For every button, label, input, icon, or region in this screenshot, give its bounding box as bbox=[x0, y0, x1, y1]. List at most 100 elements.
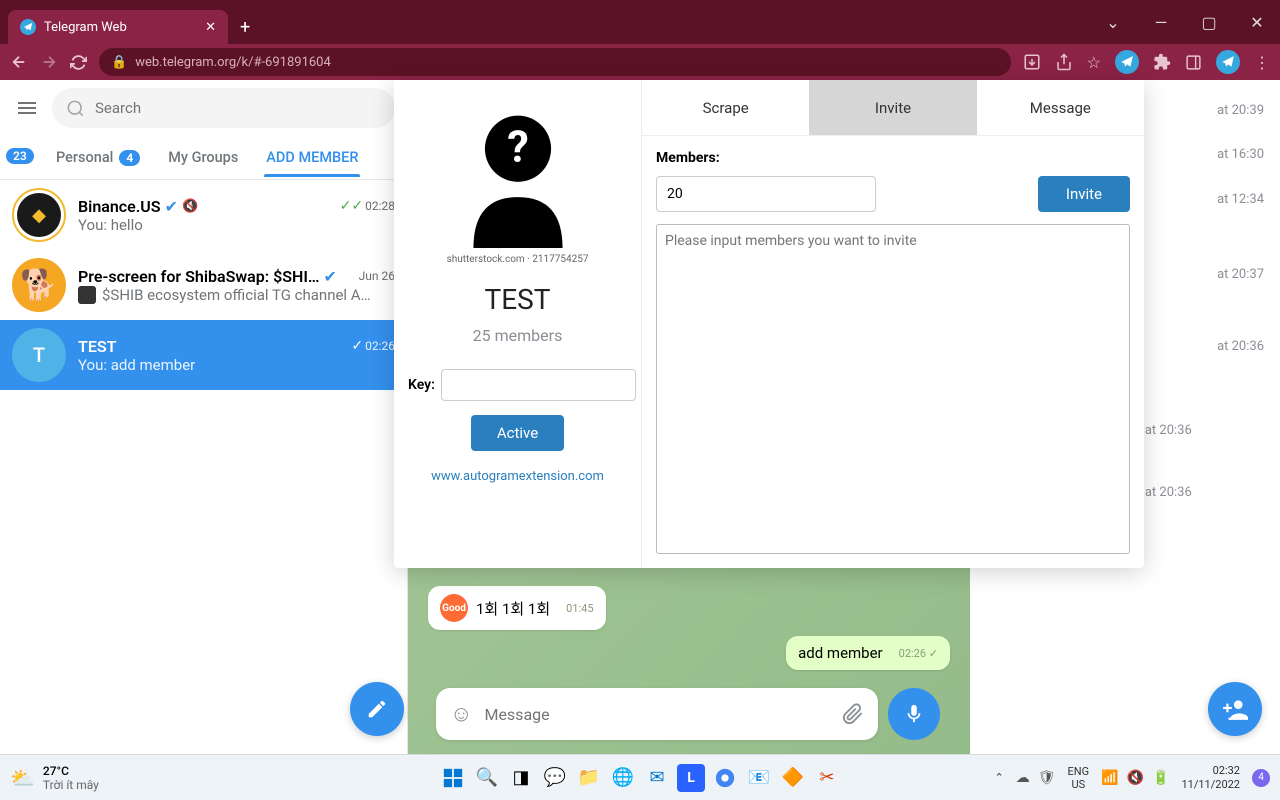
telegram-ext-icon[interactable] bbox=[1216, 50, 1240, 74]
notification-badge[interactable]: 4 bbox=[1252, 769, 1270, 787]
weather-widget[interactable]: ⛅ 27°C Trời ít mây bbox=[10, 764, 99, 792]
svg-text:?: ? bbox=[507, 121, 529, 172]
extensions-icon[interactable] bbox=[1153, 53, 1171, 71]
onedrive-icon[interactable]: ☁ bbox=[1016, 770, 1030, 786]
maximize-button[interactable]: ▢ bbox=[1186, 0, 1232, 44]
snip-icon[interactable]: ✂ bbox=[813, 764, 841, 792]
chat-item-shiba[interactable]: Pre-screen for ShibaSwap: $SHI… ✔ Jun 26… bbox=[0, 250, 407, 320]
search-input[interactable] bbox=[52, 88, 395, 128]
key-label: Key: bbox=[408, 377, 435, 393]
message-outgoing: add member 02:26 ✓ bbox=[786, 636, 950, 670]
avatar bbox=[12, 258, 66, 312]
extension-popup: ? shutterstock.com · 2117754257 TEST 25 … bbox=[394, 80, 1144, 568]
menu-icon[interactable]: ⋮ bbox=[1254, 53, 1270, 72]
chat-item-test[interactable]: T TEST ✓02:26 You: add member bbox=[0, 320, 407, 390]
avatar bbox=[12, 188, 66, 242]
install-icon[interactable] bbox=[1023, 53, 1041, 71]
attach-icon[interactable] bbox=[842, 703, 864, 725]
chrome-canary-icon[interactable]: 🔶 bbox=[779, 764, 807, 792]
close-tab-icon[interactable]: ✕ bbox=[205, 20, 216, 35]
app-l-icon[interactable]: L bbox=[677, 764, 705, 792]
muted-icon: 🔇 bbox=[182, 199, 198, 214]
tab-mygroups[interactable]: My Groups bbox=[154, 139, 252, 176]
verified-icon: ✔ bbox=[324, 267, 337, 286]
message-field[interactable] bbox=[484, 705, 830, 724]
chat-icon[interactable]: 💬 bbox=[541, 764, 569, 792]
share-icon[interactable] bbox=[1055, 53, 1073, 71]
security-icon[interactable]: 🛡 bbox=[1038, 770, 1056, 786]
hamburger-menu-icon[interactable] bbox=[12, 93, 42, 123]
url-text: web.telegram.org/k/#-691891604 bbox=[135, 55, 331, 70]
avatar: T bbox=[12, 328, 66, 382]
search-icon[interactable]: 🔍 bbox=[473, 764, 501, 792]
chat-name: Binance.US bbox=[78, 197, 161, 216]
chat-name: Pre-screen for ShibaSwap: $SHI… bbox=[78, 267, 320, 286]
forward-button[interactable] bbox=[40, 53, 58, 71]
extension-autogram-icon[interactable] bbox=[1115, 50, 1139, 74]
volume-icon[interactable]: 🔇 bbox=[1127, 770, 1144, 786]
browser-tab[interactable]: Telegram Web ✕ bbox=[8, 10, 228, 44]
weather-icon: ⛅ bbox=[10, 766, 35, 790]
chat-sidebar: 23 Personal 4 My Groups ADD MEMBER Binan… bbox=[0, 80, 408, 754]
members-count-input[interactable] bbox=[656, 176, 876, 212]
search-field[interactable] bbox=[95, 99, 381, 117]
profile-placeholder-icon: ? bbox=[448, 108, 588, 248]
chrome-icon[interactable] bbox=[711, 764, 739, 792]
chat-preview: $SHIB ecosystem official TG channel A… bbox=[78, 286, 395, 304]
extension-link[interactable]: www.autogramextension.com bbox=[431, 469, 604, 484]
windows-taskbar: ⛅ 27°C Trời ít mây 🔍 ◨ 💬 📁 🌐 ✉ L 📧 🔶 ✂ ⌃… bbox=[0, 754, 1280, 800]
add-member-button[interactable] bbox=[1208, 682, 1262, 736]
language-indicator[interactable]: ENG bbox=[1068, 765, 1090, 778]
sidepanel-icon[interactable] bbox=[1185, 54, 1202, 71]
bookmark-icon[interactable]: ☆ bbox=[1087, 53, 1101, 72]
key-input[interactable] bbox=[441, 369, 636, 401]
chat-name: TEST bbox=[78, 337, 116, 356]
new-tab-button[interactable]: + bbox=[228, 10, 262, 44]
minimize-button[interactable]: — bbox=[1138, 0, 1184, 44]
watermark-text: shutterstock.com · 2117754257 bbox=[447, 254, 589, 265]
mail-icon[interactable]: ✉ bbox=[643, 764, 671, 792]
start-button[interactable] bbox=[439, 764, 467, 792]
active-button[interactable]: Active bbox=[471, 415, 564, 451]
personal-badge: 4 bbox=[119, 150, 140, 166]
tab-addmember[interactable]: ADD MEMBER bbox=[252, 139, 372, 176]
voice-button[interactable] bbox=[888, 688, 940, 740]
verified-icon: ✔ bbox=[165, 197, 178, 216]
message-input[interactable]: ☺ bbox=[436, 688, 878, 740]
browser-toolbar: 🔒 web.telegram.org/k/#-691891604 ☆ ⋮ bbox=[0, 44, 1280, 80]
address-bar[interactable]: 🔒 web.telegram.org/k/#-691891604 bbox=[99, 48, 1011, 76]
tab-message[interactable]: Message bbox=[977, 80, 1144, 135]
message-incoming: Good 1회 1회 1회 01:45 bbox=[428, 586, 606, 630]
chat-item-binance[interactable]: Binance.US ✔ 🔇 ✓✓02:28 You: hello bbox=[0, 180, 407, 250]
emoji-icon[interactable]: ☺ bbox=[450, 701, 472, 727]
wifi-icon[interactable]: 📶 bbox=[1101, 770, 1118, 786]
clock[interactable]: 02:32 11/11/2022 bbox=[1181, 764, 1240, 790]
lock-icon: 🔒 bbox=[111, 55, 127, 70]
edge-icon[interactable]: 🌐 bbox=[609, 764, 637, 792]
members-label: Members: bbox=[656, 150, 1130, 166]
invite-button[interactable]: Invite bbox=[1038, 176, 1130, 212]
tab-personal[interactable]: Personal 4 bbox=[42, 139, 154, 176]
battery-icon[interactable]: 🔋 bbox=[1152, 770, 1169, 786]
chat-preview: You: add member bbox=[78, 356, 395, 374]
compose-button[interactable] bbox=[350, 682, 404, 736]
group-members-count: 25 members bbox=[473, 326, 563, 345]
window-titlebar: Telegram Web ✕ + ⌄ — ▢ ✕ bbox=[0, 0, 1280, 44]
reload-button[interactable] bbox=[70, 54, 87, 71]
chat-preview: You: hello bbox=[78, 216, 395, 234]
chevron-down-icon[interactable]: ⌄ bbox=[1090, 0, 1136, 44]
close-window-button[interactable]: ✕ bbox=[1234, 0, 1280, 44]
tab-scrape[interactable]: Scrape bbox=[642, 80, 809, 135]
tab-invite[interactable]: Invite bbox=[809, 80, 976, 135]
explorer-icon[interactable]: 📁 bbox=[575, 764, 603, 792]
back-button[interactable] bbox=[10, 53, 28, 71]
members-textarea[interactable] bbox=[656, 224, 1130, 554]
telegram-icon bbox=[20, 19, 36, 35]
chevron-up-icon[interactable]: ⌃ bbox=[995, 771, 1004, 784]
outlook-icon[interactable]: 📧 bbox=[745, 764, 773, 792]
taskview-icon[interactable]: ◨ bbox=[507, 764, 535, 792]
chat-time: ✓02:26 bbox=[351, 338, 395, 354]
tab-title: Telegram Web bbox=[44, 20, 127, 35]
chat-time: ✓✓02:28 bbox=[340, 198, 395, 214]
group-name: TEST bbox=[485, 283, 551, 316]
